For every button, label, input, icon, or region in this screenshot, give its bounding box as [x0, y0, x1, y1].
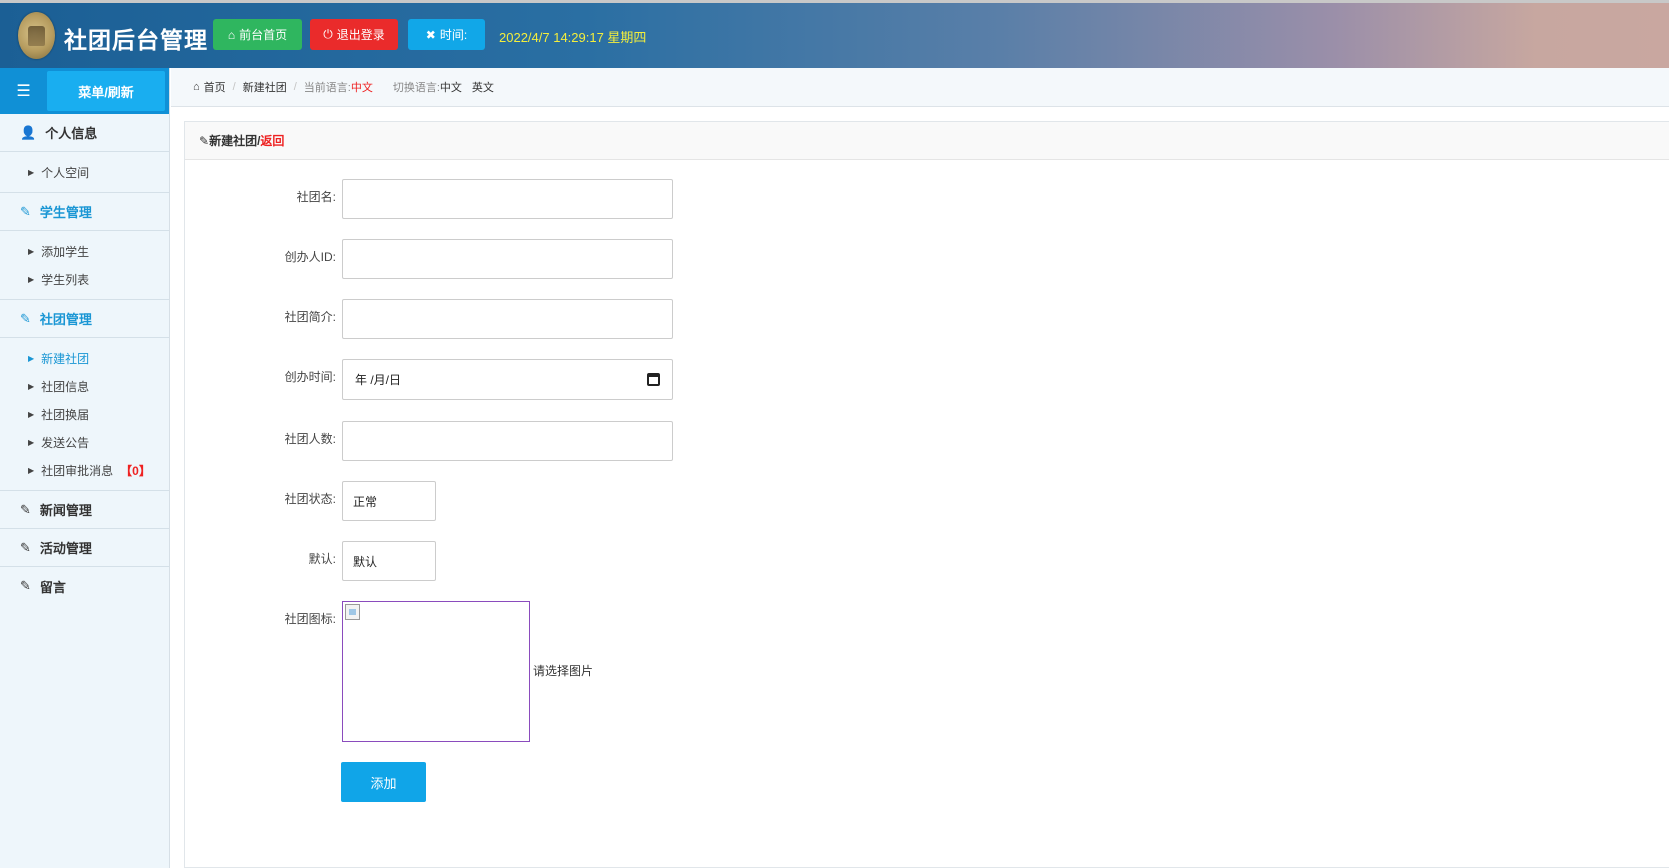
- back-link[interactable]: 返回: [260, 132, 284, 149]
- founder-id-input[interactable]: [342, 239, 673, 279]
- sidebar-section-students[interactable]: ✎ 学生管理: [0, 193, 169, 231]
- close-icon: ✖: [425, 27, 436, 42]
- default-label: 默认:: [308, 552, 336, 566]
- breadcrumb-home-link[interactable]: 首页: [204, 79, 226, 95]
- form-row-icon: 社团图标: 请选择图片: [185, 601, 885, 742]
- calendar-icon[interactable]: [647, 373, 660, 386]
- broken-image-icon: [345, 604, 360, 620]
- user-icon: 👤: [20, 124, 37, 140]
- caret-right-icon: ▶: [28, 381, 35, 391]
- current-language-value: 中文: [350, 82, 373, 94]
- menu-toggle-button[interactable]: ☰: [0, 68, 47, 114]
- date-placeholder: 年 /月/日: [355, 373, 402, 387]
- select-image-hint: 请选择图片: [533, 664, 594, 678]
- breadcrumb-separator: /: [293, 81, 297, 93]
- sidebar-item-send-notice[interactable]: ▶ 发送公告: [0, 428, 169, 456]
- club-intro-label: 社团简介:: [284, 310, 336, 324]
- sidebar-item-club-approval[interactable]: ▶ 社团审批消息 【0】: [0, 456, 169, 484]
- sidebar-item-student-list[interactable]: ▶ 学生列表: [0, 265, 169, 293]
- frontend-home-button[interactable]: ⌂ 前台首页: [213, 19, 302, 50]
- panel-title: 新建社团/: [209, 134, 261, 148]
- breadcrumb-separator: /: [232, 81, 236, 93]
- top-header: 社团后台管理 ⌂ 前台首页 ⏻ 退出登录 ✖ 时间: 2022/4/7 14:2…: [0, 0, 1669, 68]
- time-button[interactable]: ✖ 时间:: [408, 19, 485, 50]
- current-language-label: 当前语言:: [303, 82, 351, 94]
- member-count-label: 社团人数:: [284, 432, 336, 446]
- edit-icon: ✎: [20, 578, 31, 593]
- form-panel: ✎ 新建社团/返回 社团名: 创办人ID: 社团简介: 创办时间: 年 /月/日…: [184, 121, 1669, 868]
- edit-icon: ✎: [20, 539, 31, 555]
- caret-right-icon: ▶: [28, 353, 35, 363]
- sidebar-item-club-transition[interactable]: ▶ 社团换届: [0, 400, 169, 428]
- caret-right-icon: ▶: [28, 274, 35, 284]
- sidebar-submenu-students: ▶ 添加学生 ▶ 学生列表: [0, 231, 169, 300]
- sidebar-section-activities[interactable]: ✎ 活动管理: [0, 529, 169, 567]
- home-icon: ⌂: [193, 81, 200, 93]
- club-icon-label: 社团图标:: [284, 612, 336, 626]
- add-button[interactable]: 添加: [341, 762, 426, 802]
- caret-right-icon: ▶: [28, 437, 35, 447]
- switch-chinese-link[interactable]: 中文: [440, 79, 462, 95]
- app-title: 社团后台管理: [64, 27, 208, 53]
- sidebar-submenu-profile: ▶ 个人空间: [0, 152, 169, 193]
- default-select[interactable]: 默认: [342, 541, 436, 581]
- club-status-label: 社团状态:: [284, 492, 336, 506]
- menu-refresh-button[interactable]: 菜单/刷新: [47, 71, 165, 111]
- clock-text: 2022/4/7 14:29:17 星期四: [499, 30, 647, 45]
- club-status-select[interactable]: 正常: [342, 481, 436, 521]
- sidebar-item-personal-space[interactable]: ▶ 个人空间: [0, 158, 169, 186]
- sidebar-item-club-info[interactable]: ▶ 社团信息: [0, 372, 169, 400]
- sidebar-item-add-student[interactable]: ▶ 添加学生: [0, 237, 169, 265]
- sidebar-submenu-clubs: ▶ 新建社团 ▶ 社团信息 ▶ 社团换届 ▶ 发送公告 ▶ 社团审批消息 【0】: [0, 338, 169, 491]
- sidebar: ☰ 菜单/刷新 👤 个人信息 ▶ 个人空间 ✎ 学生管理 ▶ 添加学生 ▶ 学生…: [0, 68, 170, 868]
- club-intro-input[interactable]: [342, 299, 673, 339]
- caret-right-icon: ▶: [28, 409, 35, 419]
- home-icon: ⌂: [227, 27, 236, 42]
- approval-count-badge: 【0】: [120, 463, 151, 478]
- club-name-input[interactable]: [342, 179, 673, 219]
- edit-icon: ✎: [20, 203, 31, 219]
- founded-date-input[interactable]: 年 /月/日: [342, 359, 673, 400]
- sidebar-section-messages[interactable]: ✎ 留言: [0, 567, 169, 605]
- logout-button[interactable]: ⏻ 退出登录: [310, 19, 398, 50]
- breadcrumb: ⌂ 首页 / 新建社团 / 当前语言: 中文 切换语言: 中文 英文: [171, 68, 1669, 107]
- caret-right-icon: ▶: [28, 465, 35, 475]
- switch-english-link[interactable]: 英文: [472, 79, 494, 95]
- panel-header: ✎ 新建社团/返回: [185, 122, 1669, 160]
- switch-language-label: 切换语言:: [392, 82, 440, 94]
- power-icon: ⏻: [323, 27, 333, 41]
- breadcrumb-current: 新建社团: [242, 82, 287, 94]
- hamburger-icon: ☰: [16, 83, 31, 100]
- founder-id-label: 创办人ID:: [284, 250, 336, 264]
- sidebar-section-news[interactable]: ✎ 新闻管理: [0, 491, 169, 529]
- club-name-label: 社团名:: [296, 190, 336, 204]
- club-icon-upload[interactable]: [342, 601, 530, 742]
- edit-icon: ✎: [199, 133, 210, 148]
- sidebar-item-new-club[interactable]: ▶ 新建社团: [0, 344, 169, 372]
- sidebar-section-clubs[interactable]: ✎ 社团管理: [0, 300, 169, 338]
- edit-icon: ✎: [20, 501, 31, 517]
- caret-right-icon: ▶: [28, 246, 35, 256]
- member-count-input[interactable]: [342, 421, 673, 461]
- caret-right-icon: ▶: [28, 167, 35, 177]
- edit-icon: ✎: [20, 310, 31, 326]
- sidebar-top: ☰ 菜单/刷新: [0, 68, 169, 114]
- founded-date-label: 创办时间:: [284, 370, 336, 384]
- logo: [18, 12, 55, 59]
- sidebar-section-profile[interactable]: 👤 个人信息: [0, 114, 169, 152]
